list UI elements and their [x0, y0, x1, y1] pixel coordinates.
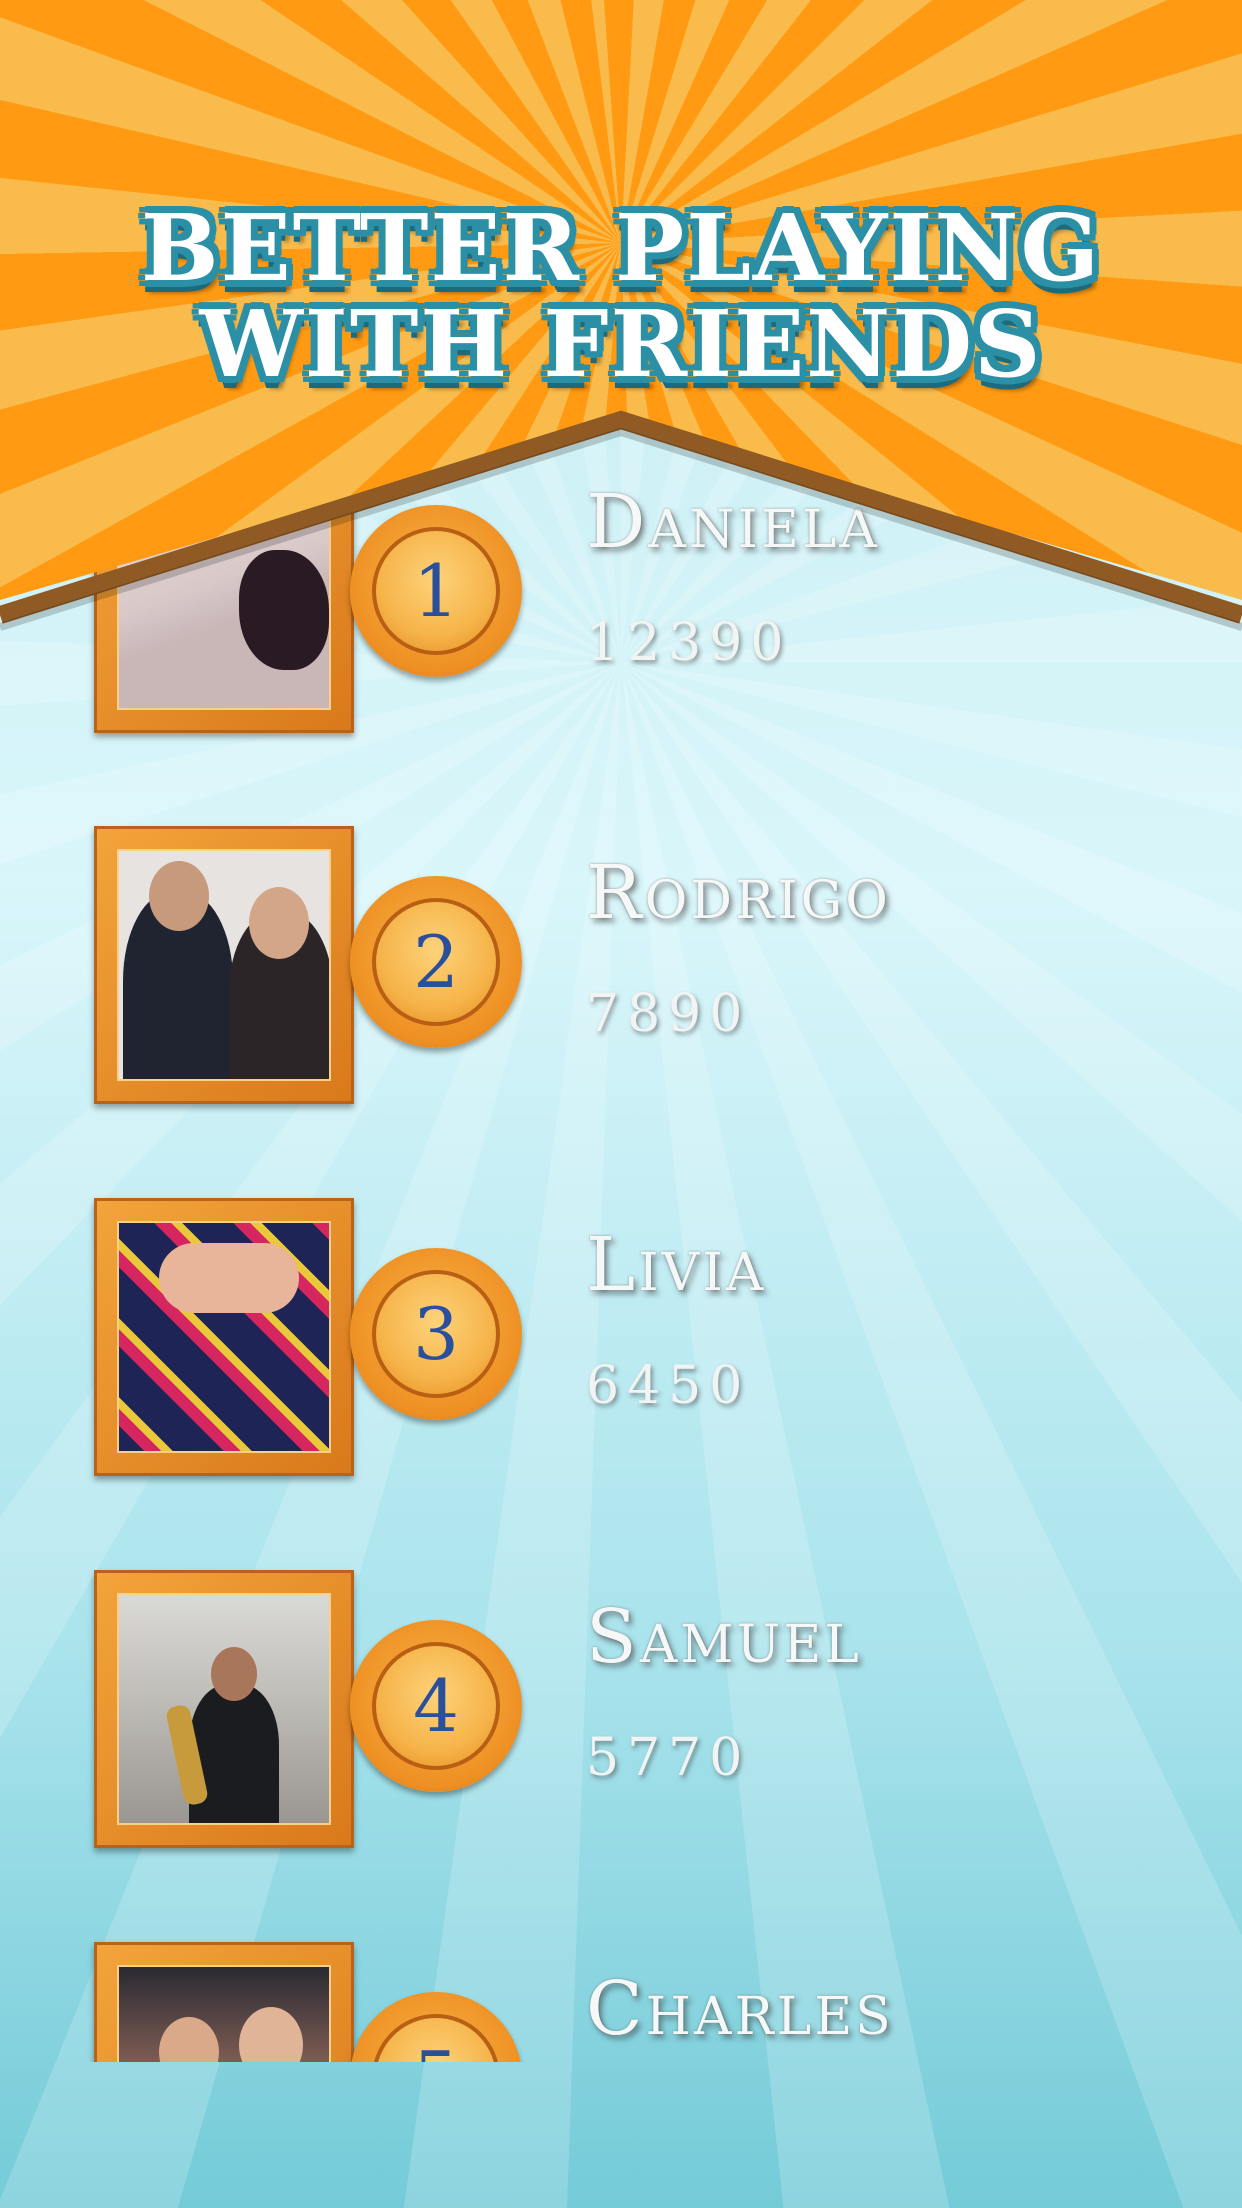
player-score: 5770	[586, 1728, 751, 1788]
title-line: BETTER PLAYING	[140, 194, 1102, 302]
leaderboard-row[interactable]: 5 Charles	[0, 1942, 1242, 2062]
avatar-frame	[94, 1570, 354, 1848]
title-line: WITH FRIENDS	[199, 290, 1043, 398]
player-name: Samuel	[586, 1594, 862, 1680]
rank-number: 1	[372, 527, 500, 655]
avatar-frame	[94, 826, 354, 1104]
rank-medal: 4	[350, 1620, 522, 1792]
avatar	[117, 849, 331, 1081]
player-name: Charles	[586, 1966, 894, 2052]
avatar-frame	[94, 1942, 354, 2062]
player-name: Livia	[586, 1222, 767, 1308]
rank-medal: 1	[350, 505, 522, 677]
rank-medal: 5	[350, 1992, 522, 2062]
rank-medal: 3	[350, 1248, 522, 1420]
leaderboard-row[interactable]: 4 Samuel 5770	[0, 1570, 1242, 1860]
avatar	[117, 1965, 331, 2062]
leaderboard-row[interactable]: 2 Rodrigo 7890	[0, 826, 1242, 1116]
player-score: 7890	[586, 984, 751, 1044]
player-name: Daniela	[586, 479, 880, 565]
rank-number: 3	[372, 1270, 500, 1398]
avatar	[117, 1593, 331, 1825]
rank-number: 2	[372, 898, 500, 1026]
player-score: 6450	[586, 1356, 751, 1416]
rank-medal: 2	[350, 876, 522, 1048]
player-score: 12390	[586, 613, 792, 673]
page-title: BETTER PLAYING WITH FRIENDS	[0, 200, 1242, 392]
rank-number: 4	[372, 1642, 500, 1770]
avatar	[117, 1221, 331, 1453]
rank-number: 5	[372, 2014, 500, 2062]
avatar-frame	[94, 1198, 354, 1476]
player-name: Rodrigo	[586, 850, 891, 936]
leaderboard-row[interactable]: 3 Livia 6450	[0, 1198, 1242, 1488]
